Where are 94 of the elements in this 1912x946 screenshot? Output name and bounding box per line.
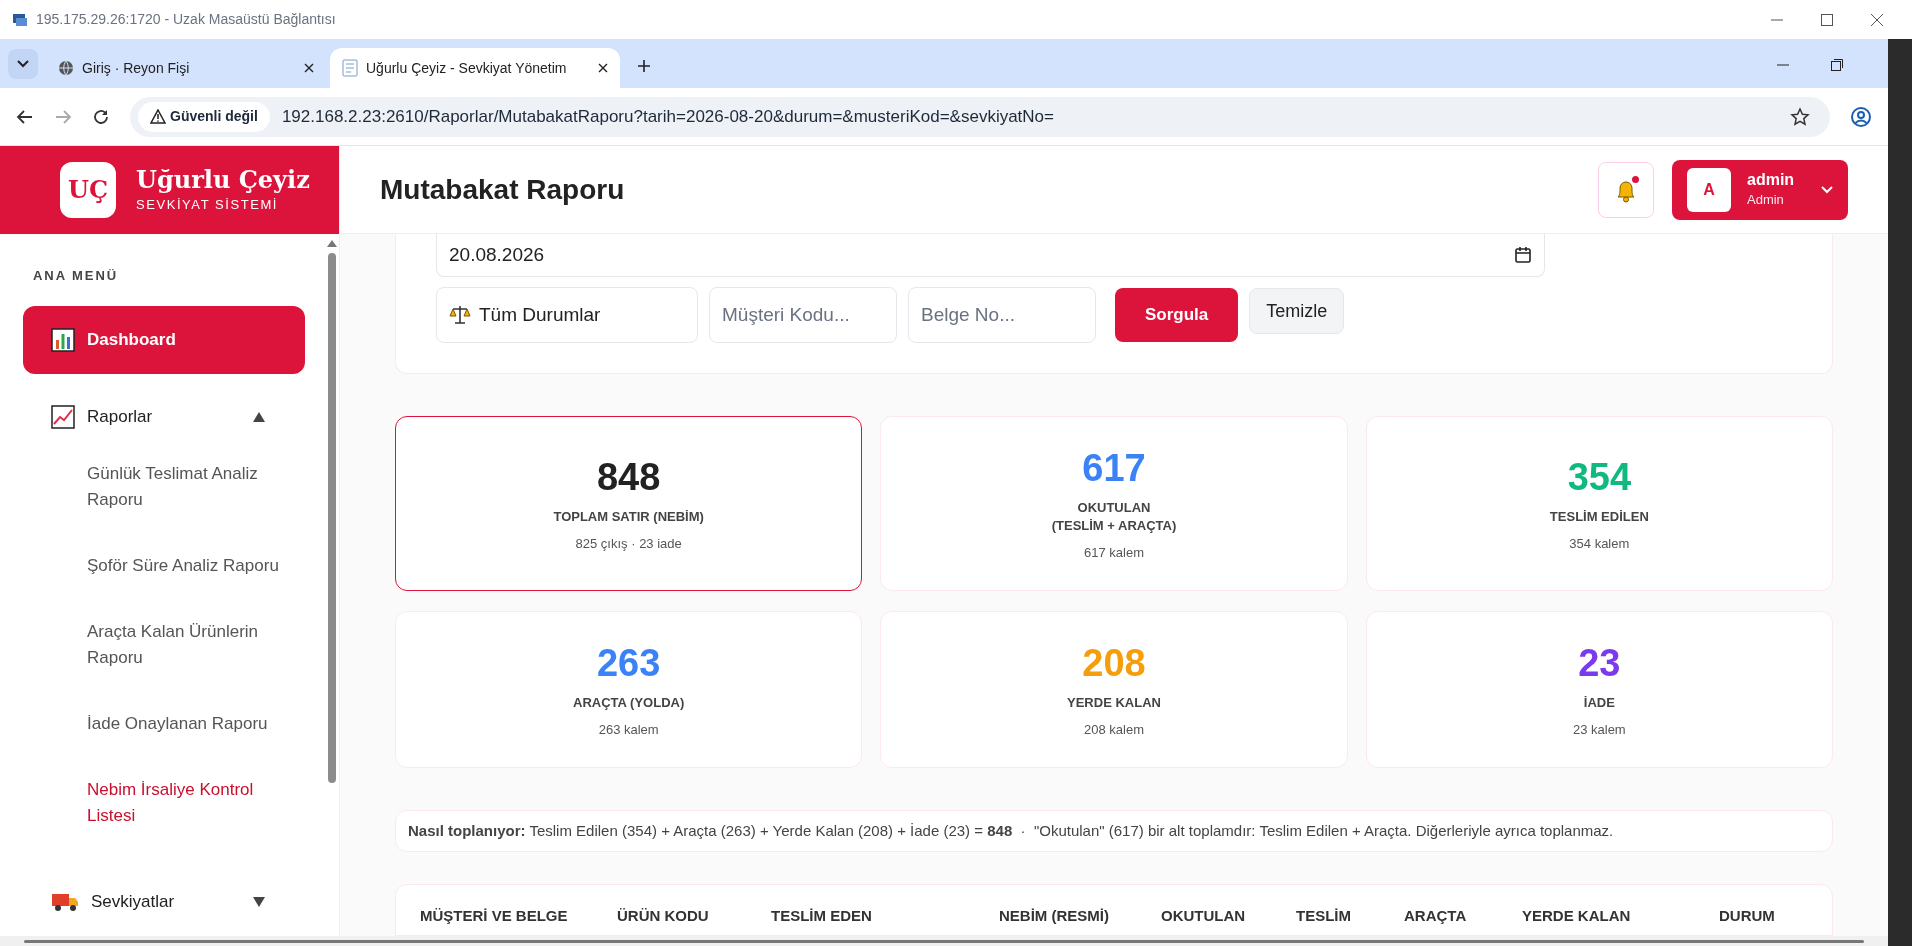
vertical-scrollbar[interactable] <box>1888 39 1912 946</box>
reload-icon[interactable] <box>92 107 110 126</box>
globe-icon <box>58 60 74 76</box>
brand-subtitle: SEVKİYAT SİSTEMİ <box>136 196 279 215</box>
column-header: TESLİM <box>1296 905 1352 926</box>
nav-subitem[interactable]: Araçta Kalan Ürünlerin Raporu <box>87 609 287 682</box>
scroll-up-icon[interactable] <box>327 240 337 247</box>
stat-value: 617 <box>1082 446 1146 491</box>
nav-subitem[interactable]: Nebim İrsaliye Kontrol Listesi <box>87 767 287 840</box>
chevron-down-icon <box>17 60 29 68</box>
clear-button[interactable]: Temizle <box>1249 288 1345 334</box>
chevron-down-icon <box>1821 185 1833 194</box>
profile-icon[interactable] <box>1850 105 1872 128</box>
window-title: 195.175.29.26:1720 - Uzak Masaüstü Bağlantısı <box>36 10 336 29</box>
bookmark-star-icon[interactable] <box>1790 106 1810 127</box>
page-title: Mutabakat Raporu <box>380 172 625 207</box>
tab-list-button[interactable] <box>8 49 38 79</box>
date-field[interactable]: 20.08.2026 <box>436 234 1545 277</box>
tab-title: Uğurlu Çeyiz - Sevkiyat Yönetim <box>366 58 568 78</box>
column-header: TESLİM EDEN <box>771 905 873 926</box>
document-number-field[interactable]: Belge No... <box>908 287 1096 343</box>
status-value: Tüm Durumlar <box>479 302 601 327</box>
column-header: MÜŞTERİ VE BELGE <box>420 905 569 926</box>
brand-name: Uğurlu Çeyiz <box>136 165 310 196</box>
date-value: 20.08.2026 <box>449 242 545 267</box>
browser-tab[interactable]: Uğurlu Çeyiz - Sevkiyat Yönetim <box>330 48 620 88</box>
stat-detail: 617 kalem <box>1084 543 1144 562</box>
stat-card[interactable]: 354 TESLİM EDİLEN 354 kalem <box>1365 416 1833 591</box>
stat-detail: 825 çıkış · 23 iade <box>575 534 682 553</box>
stat-card[interactable]: 208 YERDE KALAN 208 kalem <box>880 611 1348 768</box>
back-icon[interactable] <box>16 107 34 126</box>
stat-card[interactable]: 263 ARAÇTA (YOLDA) 263 kalem <box>395 611 863 768</box>
stat-card[interactable]: 617 OKUTULAN (TESLİM + ARAÇTA) 617 kalem <box>880 416 1348 591</box>
close-icon[interactable] <box>1870 12 1884 27</box>
warning-icon <box>150 109 166 124</box>
column-header: OKUTULAN <box>1161 905 1247 926</box>
nav-subitem[interactable]: Şoför Süre Analiz Raporu <box>87 543 287 590</box>
document-icon <box>342 59 358 77</box>
stat-value: 263 <box>596 641 661 686</box>
customer-code-field[interactable]: Müşteri Kodu... <box>709 287 897 343</box>
user-name: admin <box>1747 169 1795 190</box>
stat-value: 354 <box>1567 455 1632 500</box>
nav-item[interactable]: Sevkiyatlar <box>23 867 305 936</box>
column-header: ARAÇTA <box>1404 905 1468 926</box>
formula-note: Nasıl toplanıyor: Teslim Edilen (354) + Araçta (263) + Yerde Kalan (208) + İade (23) = 848 · "Okutulan" (617) bir alt toplamdır: Teslim Edilen + Araçta. Diğerleriyle ayrıca toplanmaz. <box>395 810 1833 852</box>
column-header: ÜRÜN KODU <box>617 905 710 926</box>
stat-detail: 354 kalem <box>1569 534 1630 553</box>
close-icon[interactable] <box>304 63 314 73</box>
nav-subitem[interactable]: İade Onaylanan Raporu <box>87 701 287 748</box>
close-icon[interactable] <box>598 63 608 73</box>
url-text: 192.168.2.23:2610/Raporlar/MutabakatRaporu?tarih=2026-08-20&durum=&musteriKod=&sevkiyatNo= <box>281 105 1054 128</box>
maximize-icon[interactable] <box>1820 12 1834 27</box>
nav-item[interactable]: Raporlar <box>23 382 305 452</box>
status-select[interactable]: Tüm Durumlar <box>436 287 698 343</box>
avatar: A <box>1687 167 1731 212</box>
stat-value: 23 <box>1578 641 1621 686</box>
user-role: Admin <box>1747 190 1784 209</box>
column-header: YERDE KALAN <box>1522 905 1632 926</box>
new-tab-icon[interactable] <box>636 58 652 74</box>
nav-item[interactable]: Dashboard <box>23 305 305 375</box>
query-button[interactable]: Sorgula <box>1115 288 1239 342</box>
logo: UÇ <box>60 162 116 218</box>
stat-label: TESLİM EDİLEN <box>1549 507 1649 526</box>
restore-icon[interactable] <box>1830 58 1844 72</box>
calendar-icon[interactable] <box>1514 246 1532 264</box>
address-bar[interactable]: Güvenli değil 192.168.2.23:2610/Raporlar/MutabakatRaporu?tarih=2026-08-20&durum=&musteriKod=&sevkiyatNo= <box>130 96 1830 137</box>
stat-value: 208 <box>1082 641 1146 686</box>
stat-label: ARAÇTA (YOLDA) <box>573 693 685 712</box>
column-header: DURUM <box>1719 905 1776 926</box>
security-chip[interactable]: Güvenli değil <box>138 101 270 132</box>
scales-icon <box>449 304 471 326</box>
nav-subitem[interactable]: Günlük Teslimat Analiz Raporu <box>87 451 287 524</box>
stat-detail: 23 kalem <box>1572 720 1626 739</box>
user-menu-button[interactable]: A admin Admin <box>1672 159 1848 220</box>
browser-tab[interactable]: Giriş · Reyon Fişi <box>46 48 326 88</box>
horizontal-scrollbar[interactable] <box>0 936 1888 946</box>
bar-chart-icon <box>51 327 75 352</box>
line-chart-icon <box>51 404 75 429</box>
collapse-arrow-icon <box>253 411 265 422</box>
notification-button[interactable] <box>1598 161 1654 218</box>
stat-label: TOPLAM SATIR (NEBİM) <box>553 507 704 526</box>
stat-label: OKUTULAN (TESLİM + ARAÇTA) <box>1051 498 1177 535</box>
stat-label: YERDE KALAN <box>1067 693 1161 712</box>
stat-detail: 263 kalem <box>598 720 659 739</box>
stat-card[interactable]: 23 İADE 23 kalem <box>1365 611 1833 768</box>
column-header: NEBİM (RESMİ) <box>999 905 1110 926</box>
stat-label: İADE <box>1583 693 1615 712</box>
stat-value: 848 <box>596 455 661 500</box>
section-label: ANA MENÜ <box>32 267 120 285</box>
remote-desktop-icon <box>12 11 28 28</box>
stat-card[interactable]: 848 TOPLAM SATIR (NEBİM) 825 çıkış · 23 iade <box>395 416 863 591</box>
stat-detail: 208 kalem <box>1084 720 1144 739</box>
tab-title: Giriş · Reyon Fişi <box>82 58 191 78</box>
expand-arrow-icon <box>253 896 265 907</box>
